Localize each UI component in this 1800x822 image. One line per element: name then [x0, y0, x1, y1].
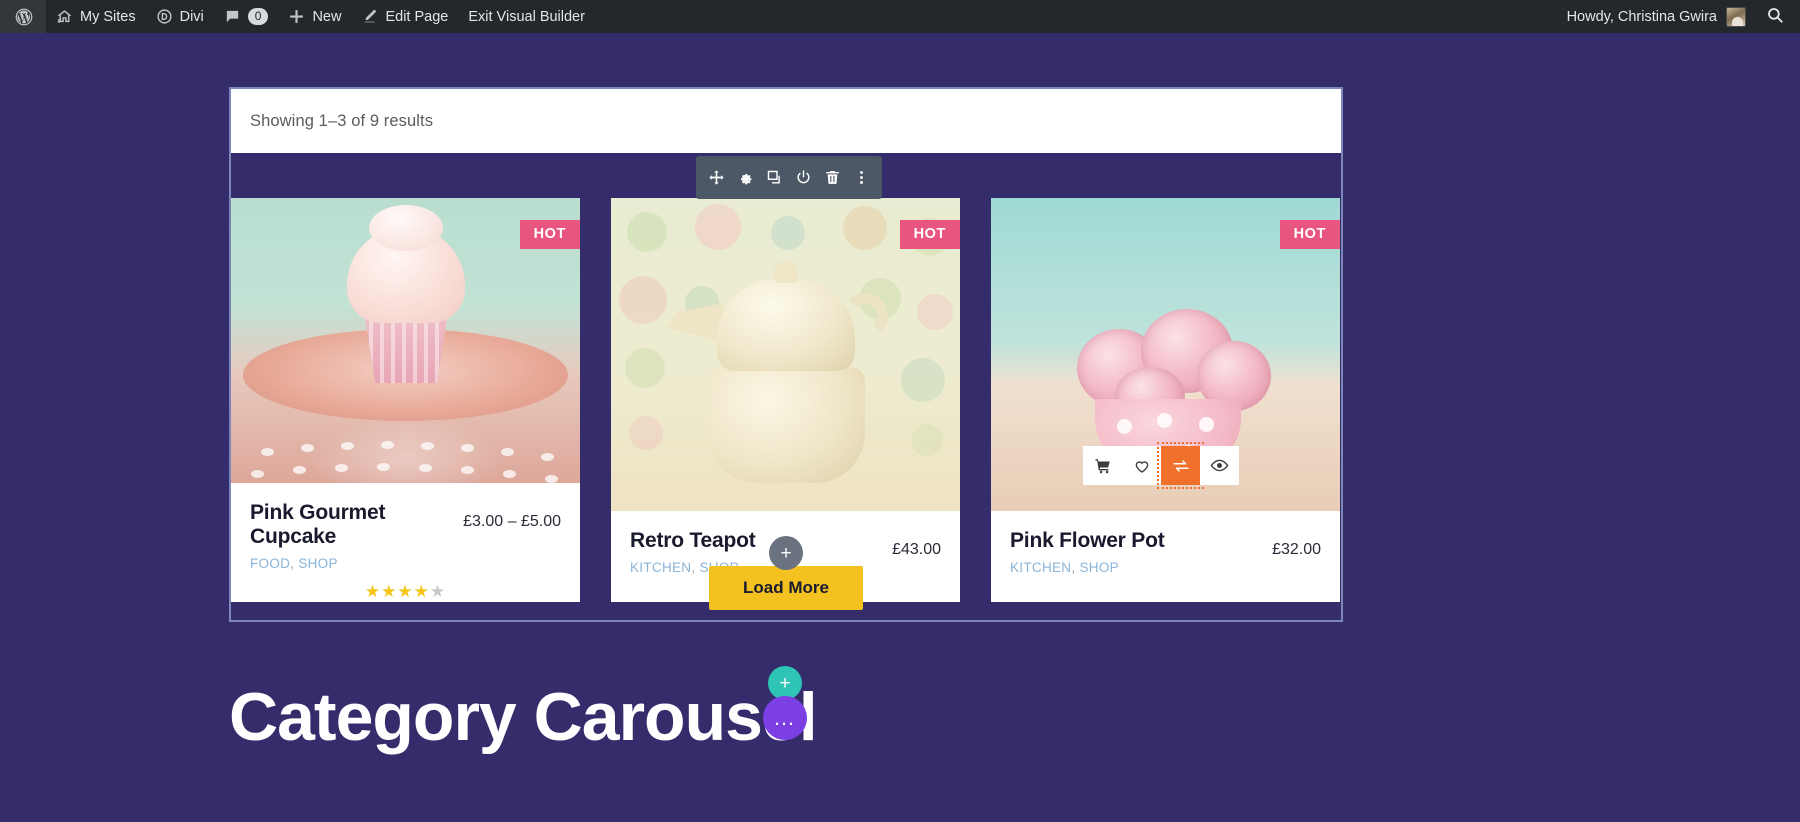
product-title-row: Pink Gourmet Cupcake £3.00 – £5.00: [250, 501, 561, 549]
more-options-icon[interactable]: [847, 156, 876, 199]
product-price: £32.00: [1272, 541, 1321, 558]
quick-view-eye-icon[interactable]: [1200, 446, 1239, 485]
status-badge: HOT: [519, 220, 580, 249]
teapot-lid: [717, 279, 855, 371]
trash-delete-icon[interactable]: [818, 156, 847, 199]
pencil-icon: [361, 8, 378, 25]
admin-bar-item-my-sites[interactable]: My Sites: [46, 0, 146, 33]
section-heading: Category Carousel: [229, 679, 818, 755]
product-price: £43.00: [892, 541, 941, 558]
plus-icon: [288, 8, 305, 25]
shop-module[interactable]: Showing 1–3 of 9 results HOT Pink Gourme…: [229, 87, 1343, 622]
wishlist-heart-icon[interactable]: [1122, 446, 1161, 485]
compare-icon[interactable]: [1157, 442, 1204, 489]
admin-bar-search-button[interactable]: [1756, 6, 1800, 28]
wordpress-icon: [14, 7, 34, 27]
admin-bar-item-exit-visual-builder[interactable]: Exit Visual Builder: [458, 0, 595, 33]
product-price: £3.00 – £5.00: [463, 513, 561, 530]
move-handle-icon[interactable]: [702, 156, 731, 199]
admin-bar-item-new[interactable]: New: [278, 0, 351, 33]
teapot-knob: [774, 261, 798, 283]
add-module-button[interactable]: +: [769, 536, 803, 570]
add-to-cart-icon[interactable]: [1083, 446, 1122, 485]
status-badge: HOT: [1279, 220, 1340, 249]
add-row-button[interactable]: +: [768, 666, 802, 700]
admin-bar-right-group: Howdy, Christina Gwira: [1557, 0, 1800, 33]
admin-bar-item-divi[interactable]: Divi: [146, 0, 214, 33]
product-card[interactable]: HOT Pink Flower Pot £32.00 KITCHEN, SHOP: [991, 198, 1340, 602]
product-card[interactable]: HOT Pink Gourmet Cupcake £3.00 – £5.00 F…: [231, 198, 580, 602]
product-image[interactable]: HOT: [231, 198, 580, 483]
duplicate-icon[interactable]: [760, 156, 789, 199]
avatar: [1726, 6, 1746, 27]
teapot-body: [707, 367, 865, 483]
product-title[interactable]: Pink Flower Pot: [1010, 529, 1165, 553]
results-bar: Showing 1–3 of 9 results: [231, 89, 1341, 153]
load-more-button[interactable]: Load More: [709, 566, 863, 610]
add-section-button[interactable]: …: [763, 696, 807, 740]
product-title-row: Pink Flower Pot £32.00: [1010, 529, 1321, 558]
admin-bar-item-edit-page[interactable]: Edit Page: [351, 0, 458, 33]
product-hover-actions[interactable]: [1083, 442, 1239, 489]
admin-bar-label-divi: Divi: [179, 8, 204, 25]
status-badge: HOT: [899, 220, 960, 249]
divi-icon: [156, 8, 173, 25]
comment-count-badge: 0: [247, 8, 269, 25]
divi-module-toolbar[interactable]: [696, 156, 882, 199]
wp-admin-bar: My Sites Divi 0 New Edit Page Exit Visua…: [0, 0, 1800, 33]
admin-bar-left-group: My Sites Divi 0 New Edit Page Exit Visua…: [0, 0, 595, 33]
product-title[interactable]: Pink Gourmet Cupcake: [250, 501, 455, 549]
comment-icon: [224, 8, 241, 25]
results-count-text: Showing 1–3 of 9 results: [250, 111, 434, 130]
admin-bar-label-my-sites: My Sites: [80, 8, 136, 25]
search-icon: [1766, 6, 1784, 28]
product-title[interactable]: Retro Teapot: [630, 529, 756, 553]
product-image[interactable]: HOT: [991, 198, 1340, 511]
disable-power-icon[interactable]: [789, 156, 818, 199]
account-menu[interactable]: Howdy, Christina Gwira: [1557, 0, 1756, 33]
load-more-zone: + Load More: [231, 536, 1341, 620]
wordpress-logo-menu[interactable]: [0, 0, 46, 33]
admin-bar-label-edit-page: Edit Page: [385, 8, 449, 25]
admin-bar-label-new: New: [312, 8, 342, 25]
page-canvas: Showing 1–3 of 9 results HOT Pink Gourme…: [0, 33, 1800, 822]
admin-bar-item-comments[interactable]: 0: [214, 0, 279, 33]
admin-bar-label-exit-visual-builder: Exit Visual Builder: [468, 8, 585, 25]
gear-settings-icon[interactable]: [731, 156, 760, 199]
howdy-label: Howdy, Christina Gwira: [1566, 8, 1717, 25]
product-image[interactable]: HOT: [611, 198, 960, 511]
sites-icon: [56, 8, 73, 25]
